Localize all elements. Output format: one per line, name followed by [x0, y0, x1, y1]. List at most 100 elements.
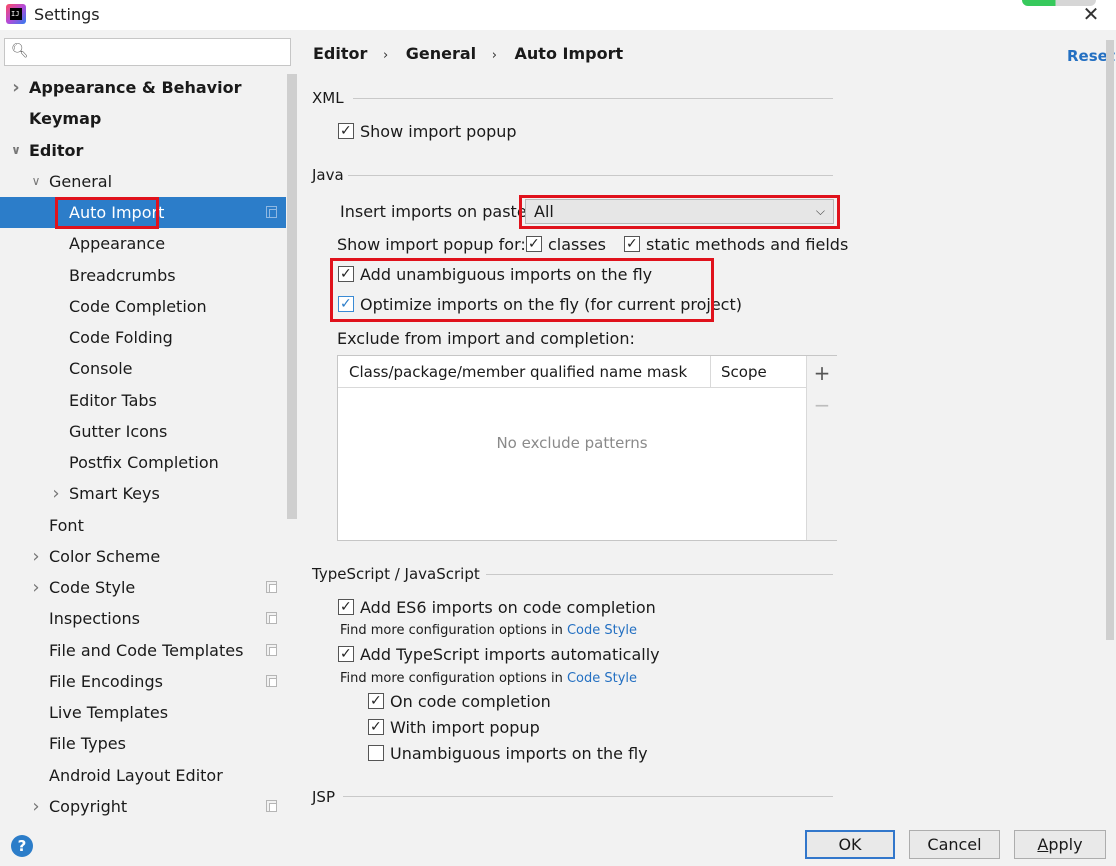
checkbox-checked-icon[interactable]: [368, 717, 384, 737]
content-scrollbar[interactable]: [1106, 40, 1114, 640]
sidebar-item-label: Code Style: [49, 578, 136, 597]
unambiguous-imports-checkbox[interactable]: Unambiguous imports on the fly: [368, 743, 648, 765]
checkbox-checked-icon[interactable]: [526, 234, 542, 254]
sidebar-item-file-and-code-templates[interactable]: File and Code Templates: [0, 635, 298, 666]
project-settings-icon: [266, 206, 277, 218]
sidebar-item-label: File Types: [49, 734, 126, 754]
chevron-right-icon[interactable]: ›: [49, 478, 63, 509]
checkbox-label: classes: [548, 235, 606, 254]
sidebar-item-font[interactable]: Font: [0, 510, 298, 541]
breadcrumb-separator: ›: [382, 48, 389, 63]
column-header-scope[interactable]: Scope: [721, 363, 767, 381]
search-box[interactable]: 🔍︎: [4, 38, 291, 66]
sidebar-item-file-types[interactable]: File Types: [0, 728, 298, 759]
chevron-right-icon[interactable]: ›: [29, 572, 43, 603]
cancel-button[interactable]: Cancel: [909, 830, 1000, 859]
help-icon[interactable]: ?: [11, 835, 33, 857]
sidebar-item-file-encodings[interactable]: File Encodings: [0, 666, 298, 697]
sidebar-scrollbar[interactable]: [287, 74, 297, 519]
sidebar-item-label: Console: [69, 359, 133, 379]
section-divider: [348, 175, 833, 176]
sidebar-item-copyright[interactable]: › Copyright: [0, 791, 298, 822]
breadcrumb: Editor › General › Auto Import: [313, 44, 633, 63]
chevron-down-icon[interactable]: ∨: [29, 166, 43, 197]
sidebar-item-label: General: [49, 171, 113, 191]
sidebar-item-label: Appearance & Behavior: [29, 78, 242, 97]
add-typescript-imports-checkbox[interactable]: Add TypeScript imports automatically: [338, 644, 660, 666]
search-input[interactable]: [35, 42, 285, 62]
sidebar-item-editor[interactable]: ∨ Editor: [0, 135, 298, 166]
sidebar-item-label: Keymap: [29, 109, 102, 129]
table-header: Class/package/member qualified name mask…: [338, 356, 806, 388]
checkbox-checked-icon[interactable]: [338, 644, 354, 664]
classes-checkbox[interactable]: classes: [526, 234, 606, 256]
checkbox-unchecked-icon[interactable]: [368, 745, 384, 761]
add-es6-imports-checkbox[interactable]: Add ES6 imports on code completion: [338, 597, 656, 619]
sidebar-item-live-templates[interactable]: Live Templates: [0, 697, 298, 728]
window-title: Settings: [34, 5, 100, 24]
section-title-jsp: JSP: [312, 788, 335, 806]
add-pattern-button[interactable]: +: [813, 362, 831, 384]
sidebar-item-code-style[interactable]: › Code Style: [0, 572, 298, 603]
section-divider: [486, 574, 833, 575]
sidebar-item-label: Code Folding: [69, 328, 173, 347]
breadcrumb-item-auto-import: Auto Import: [514, 44, 624, 63]
checkbox-label: Show import popup: [360, 122, 517, 141]
sidebar-item-color-scheme[interactable]: › Color Scheme: [0, 541, 298, 572]
sidebar-item-editor-tabs[interactable]: Editor Tabs: [0, 385, 298, 416]
sidebar-item-appearance-behavior[interactable]: › Appearance & Behavior: [0, 72, 298, 103]
apply-button[interactable]: Apply: [1014, 830, 1106, 859]
sidebar-item-breadcrumbs[interactable]: Breadcrumbs: [0, 260, 298, 291]
sidebar-item-android-layout-editor[interactable]: Android Layout Editor: [0, 760, 298, 791]
sidebar-item-code-folding[interactable]: Code Folding: [0, 322, 298, 353]
sidebar-item-postfix-completion[interactable]: Postfix Completion: [0, 447, 298, 478]
breadcrumb-item-editor: Editor: [313, 44, 368, 63]
chevron-right-icon[interactable]: ›: [29, 541, 43, 572]
chevron-right-icon[interactable]: ›: [9, 72, 23, 103]
project-settings-icon: [266, 581, 277, 593]
dialog-footer: ? OK Cancel Apply: [0, 820, 1116, 866]
remove-pattern-button[interactable]: −: [813, 394, 831, 416]
sidebar-item-label: Editor Tabs: [69, 390, 157, 410]
ok-button[interactable]: OK: [805, 830, 895, 859]
on-code-completion-checkbox[interactable]: On code completion: [368, 691, 551, 713]
exclude-label: Exclude from import and completion:: [337, 329, 635, 348]
sidebar-item-code-completion[interactable]: Code Completion: [0, 291, 298, 322]
checkbox-label: Add ES6 imports on code completion: [360, 598, 656, 617]
checkbox-checked-icon[interactable]: [368, 691, 384, 711]
sidebar-item-label: Breadcrumbs: [69, 265, 176, 285]
breadcrumb-separator: ›: [491, 48, 497, 63]
checkbox-checked-icon[interactable]: [338, 121, 354, 141]
sidebar-item-label: Editor: [29, 140, 84, 160]
sidebar-item-inspections[interactable]: Inspections: [0, 603, 298, 634]
hint-text: Find more configuration options in: [340, 623, 567, 638]
code-style-link[interactable]: Code Style: [567, 671, 637, 686]
static-methods-checkbox[interactable]: static methods and fields: [624, 234, 848, 256]
highlight-box-auto-import: [55, 197, 159, 229]
sidebar-item-label: Color Scheme: [49, 546, 161, 566]
chevron-right-icon[interactable]: ›: [29, 791, 43, 822]
settings-sidebar: 🔍︎ › Appearance & Behavior Keymap ∨ Editor ∨ G…: [0, 30, 298, 820]
breadcrumb-item-general: General: [405, 44, 477, 63]
sidebar-item-general[interactable]: ∨ General: [0, 166, 298, 197]
project-settings-icon: [266, 643, 277, 656]
close-icon[interactable]: ✕: [1080, 4, 1102, 26]
chevron-down-icon[interactable]: ∨: [9, 135, 23, 166]
with-import-popup-checkbox[interactable]: With import popup: [368, 717, 540, 739]
sidebar-item-gutter-icons[interactable]: Gutter Icons: [0, 416, 298, 447]
sidebar-item-label: Live Templates: [49, 703, 169, 722]
column-header-mask[interactable]: Class/package/member qualified name mask: [349, 363, 687, 381]
sidebar-item-label: Android Layout Editor: [49, 765, 223, 785]
checkbox-checked-icon[interactable]: [624, 234, 640, 254]
highlight-box-insert-imports: [519, 195, 840, 229]
sidebar-item-smart-keys[interactable]: › Smart Keys: [0, 478, 298, 509]
code-style-hint-1: Find more configuration options in Code …: [340, 623, 637, 638]
checkbox-checked-icon[interactable]: [338, 597, 354, 617]
show-import-popup-xml-checkbox[interactable]: Show import popup: [338, 121, 517, 143]
checkbox-label: static methods and fields: [646, 235, 849, 254]
search-icon[interactable]: 🔍︎: [11, 43, 29, 59]
sidebar-item-console[interactable]: Console: [0, 353, 298, 384]
sidebar-item-appearance[interactable]: Appearance: [0, 228, 298, 259]
sidebar-item-keymap[interactable]: Keymap: [0, 103, 298, 134]
code-style-link[interactable]: Code Style: [567, 623, 637, 638]
